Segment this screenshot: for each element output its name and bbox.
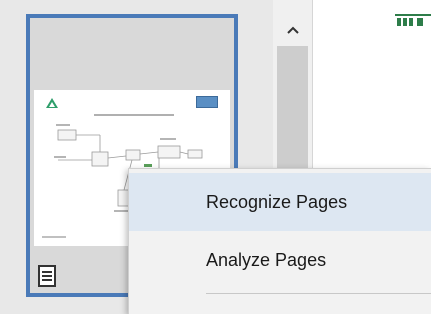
badge-icon bbox=[196, 96, 218, 108]
menu-item-recognize-pages[interactable]: Recognize Pages bbox=[129, 173, 431, 231]
menu-item-analyze-pages[interactable]: Analyze Pages bbox=[129, 231, 431, 289]
document-view-edge bbox=[395, 10, 431, 30]
scroll-up-button[interactable] bbox=[273, 14, 312, 46]
page-icon bbox=[38, 265, 56, 287]
scroll-thumb[interactable] bbox=[277, 46, 308, 176]
context-menu: Recognize Pages Analyze Pages bbox=[128, 168, 431, 314]
preview-footer-line bbox=[42, 236, 66, 238]
document-logo-icon bbox=[395, 14, 431, 26]
preview-title-line bbox=[94, 114, 174, 116]
app-window: Recognize Pages Analyze Pages bbox=[0, 0, 431, 314]
menu-item-label: Analyze Pages bbox=[206, 249, 327, 270]
company-logo-icon bbox=[46, 98, 58, 108]
menu-item-label: Recognize Pages bbox=[206, 191, 348, 212]
menu-separator bbox=[206, 293, 431, 294]
chevron-up-icon bbox=[286, 26, 299, 34]
